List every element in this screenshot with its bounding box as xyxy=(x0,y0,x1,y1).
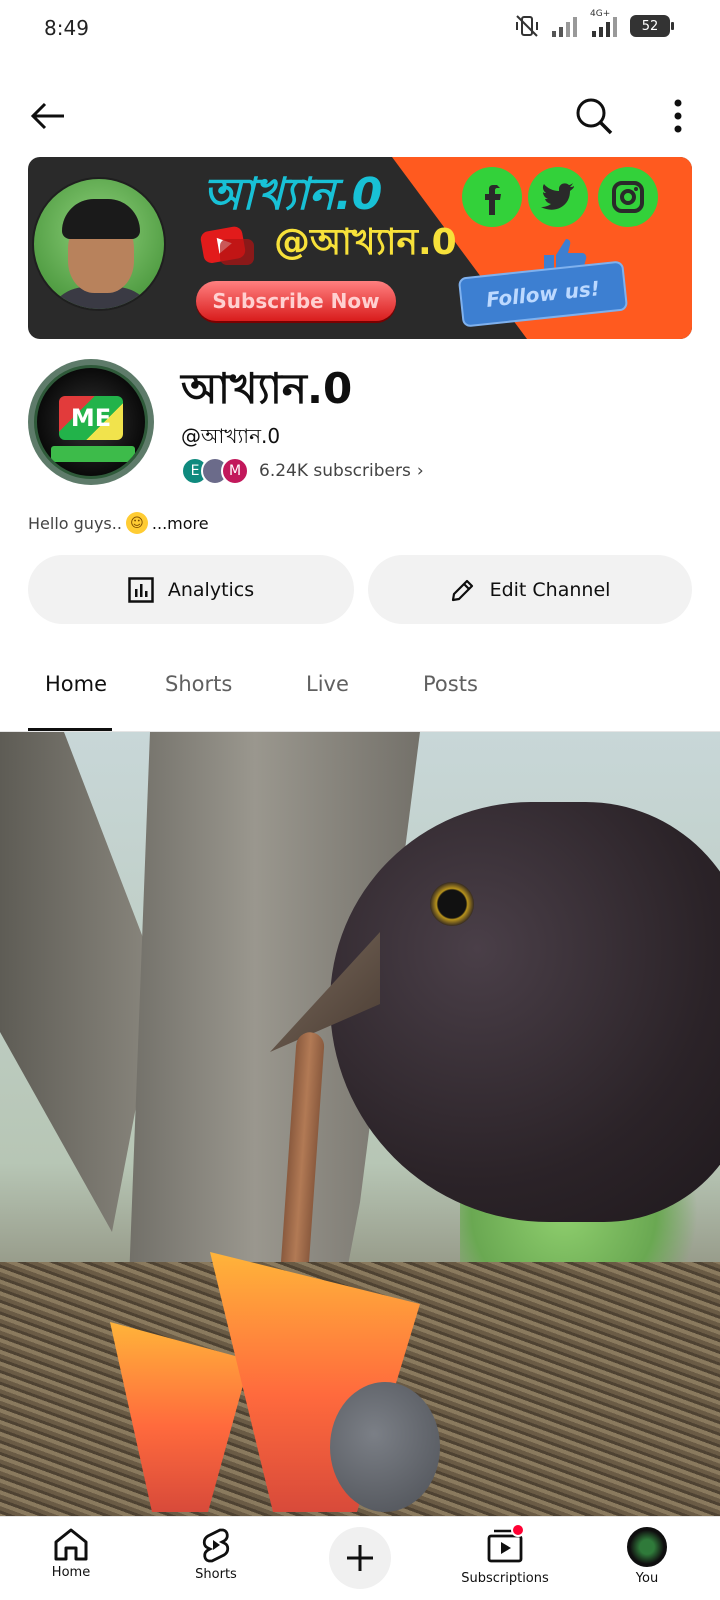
status-icons: 4G+ 52 xyxy=(514,9,674,38)
channel-tabs: Home Shorts Live Posts xyxy=(0,650,720,732)
edit-channel-label: Edit Channel xyxy=(489,578,611,601)
chevron-right-icon: › xyxy=(416,461,424,481)
analytics-button[interactable]: Analytics xyxy=(28,555,354,624)
banner-subscribe-graphic: Subscribe Now xyxy=(196,281,396,321)
profile-avatar xyxy=(627,1527,667,1567)
banner-portrait xyxy=(32,177,166,311)
signal-icon xyxy=(550,15,580,37)
instagram-icon xyxy=(598,167,658,227)
channel-logo-icon: ME xyxy=(59,396,123,440)
tab-live[interactable]: Live xyxy=(306,672,349,696)
arrow-left-icon xyxy=(30,102,64,130)
bird-illustration xyxy=(330,802,720,1222)
more-vertical-icon xyxy=(674,99,682,133)
channel-description[interactable]: Hello guys.. ☺ ...more xyxy=(28,512,209,534)
nav-subscriptions[interactable]: Subscriptions xyxy=(450,1523,560,1586)
battery-level: 52 xyxy=(641,18,659,34)
nav-you-label: You xyxy=(635,1571,659,1586)
nav-shorts-label: Shorts xyxy=(195,1567,237,1582)
bottom-navigation: Home Shorts Subscriptions You xyxy=(0,1516,720,1600)
battery-icon: 52 xyxy=(630,15,674,37)
nav-home[interactable]: Home xyxy=(16,1527,126,1580)
subscribers-row[interactable]: E M 6.24K subscribers › xyxy=(181,456,424,486)
nav-you[interactable]: You xyxy=(592,1527,702,1586)
nav-subscriptions-label: Subscriptions xyxy=(461,1571,549,1586)
featured-video-thumbnail[interactable] xyxy=(0,732,720,1516)
channel-avatar[interactable]: ME xyxy=(28,359,154,485)
bio-text: Hello guys.. xyxy=(28,513,122,533)
tab-shorts[interactable]: Shorts xyxy=(165,672,232,696)
subscriber-avatar: M xyxy=(221,457,249,485)
home-icon xyxy=(54,1528,88,1561)
nav-home-label: Home xyxy=(51,1565,91,1580)
search-icon xyxy=(576,98,613,135)
search-button[interactable] xyxy=(572,94,616,138)
create-button[interactable] xyxy=(329,1527,391,1589)
channel-banner[interactable]: আখ্যান.0 @আখ্যান.0 Subscribe Now Follow … xyxy=(28,157,692,339)
bio-more-link[interactable]: ...more xyxy=(152,514,209,533)
shorts-icon xyxy=(202,1528,230,1563)
plus-icon xyxy=(347,1545,373,1571)
signal-4g-icon: 4G+ xyxy=(590,9,620,37)
analytics-label: Analytics xyxy=(167,578,255,601)
youtube-logo-icon xyxy=(200,226,254,265)
status-bar: 8:49 4G+ 52 xyxy=(0,0,720,60)
top-app-bar xyxy=(0,88,720,144)
status-time: 8:49 xyxy=(44,16,89,40)
tab-home[interactable]: Home xyxy=(45,672,107,696)
channel-name: আখ্যান.0 xyxy=(181,364,353,413)
more-options-button[interactable] xyxy=(660,94,696,138)
analytics-icon xyxy=(128,576,154,603)
smiling-emoji-icon: ☺ xyxy=(125,512,148,534)
network-type-label: 4G+ xyxy=(590,9,611,19)
pencil-icon xyxy=(451,579,473,601)
twitter-icon xyxy=(528,167,588,227)
tab-posts[interactable]: Posts xyxy=(423,672,478,696)
nav-shorts[interactable]: Shorts xyxy=(161,1527,271,1582)
subscriber-count: 6.24K subscribers xyxy=(259,461,411,481)
edit-channel-button[interactable]: Edit Channel xyxy=(368,555,692,624)
banner-handle: @আখ্যান.0 xyxy=(274,222,457,263)
active-tab-indicator xyxy=(28,728,112,731)
channel-handle: @আখ্যান.0 xyxy=(181,424,281,448)
vibrate-off-icon xyxy=(514,14,540,38)
notification-dot xyxy=(511,1523,525,1537)
back-button[interactable] xyxy=(28,96,68,136)
facebook-icon xyxy=(462,167,522,227)
